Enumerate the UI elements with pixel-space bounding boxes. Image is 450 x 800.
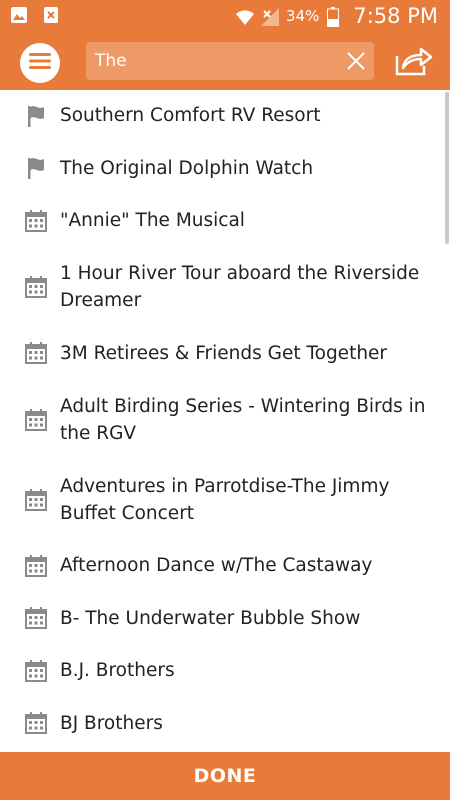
close-icon[interactable] xyxy=(346,51,366,71)
close-notification-icon xyxy=(42,6,60,24)
list-item-label: BJ Brothers xyxy=(60,712,163,734)
list-item-label: B.J. Brothers xyxy=(60,660,175,682)
list-item[interactable]: 3M Retirees & Friends Get Together xyxy=(0,328,450,381)
search-input[interactable] xyxy=(95,42,335,80)
scrollbar-thumb[interactable] xyxy=(445,92,449,244)
image-notification-icon xyxy=(10,6,28,24)
list-item[interactable]: BJ Brothers xyxy=(0,698,450,751)
list-item-label: "Annie" The Musical xyxy=(60,210,245,232)
list-item[interactable]: "Annie" The Musical xyxy=(0,195,450,248)
signal-icon xyxy=(260,7,280,26)
list-item-label: Adult Birding Series - Wintering Birds i… xyxy=(60,395,426,444)
list-item-label: 1 Hour River Tour aboard the Riverside D… xyxy=(60,263,420,311)
calendar-icon xyxy=(24,712,48,735)
list-item[interactable]: Afternoon Dance w/The Castaway xyxy=(0,540,450,593)
search-box xyxy=(86,42,374,80)
list-item-label: Adventures in Parrotdise-The Jimmy Buffe… xyxy=(60,475,390,524)
list-item[interactable]: Adult Birding Series - Wintering Birds i… xyxy=(0,380,450,460)
list-item[interactable]: The Original Dolphin Watch xyxy=(0,143,450,196)
calendar-icon xyxy=(24,209,48,232)
list-item-label: The Original Dolphin Watch xyxy=(60,157,314,179)
list-item[interactable]: B- The Underwater Bubble Show xyxy=(0,593,450,646)
list-item-label: Afternoon Dance w/The Castaway xyxy=(60,555,373,577)
list-item[interactable]: 1 Hour River Tour aboard the Riverside D… xyxy=(0,248,450,328)
done-button[interactable]: DONE xyxy=(0,752,450,800)
calendar-icon xyxy=(24,607,48,630)
flag-icon xyxy=(24,104,48,128)
calendar-icon xyxy=(24,276,48,298)
wifi-icon xyxy=(234,7,255,25)
list-item[interactable]: Southern Comfort RV Resort xyxy=(0,90,450,143)
menu-icon xyxy=(29,52,51,74)
calendar-icon xyxy=(24,408,48,431)
calendar-icon xyxy=(24,342,48,365)
list-item-label: Southern Comfort RV Resort xyxy=(60,105,321,127)
done-label: DONE xyxy=(193,765,257,787)
battery-percent: 34% xyxy=(286,7,320,25)
calendar-icon xyxy=(24,659,48,682)
status-bar: 34% 7:58 PM xyxy=(0,0,450,32)
list-item-label: 3M Retirees & Friends Get Together xyxy=(60,342,388,364)
share-icon xyxy=(394,47,434,80)
flag-icon xyxy=(24,156,48,180)
toolbar xyxy=(0,32,450,90)
clock: 7:58 PM xyxy=(353,4,438,28)
share-button[interactable] xyxy=(394,46,434,76)
list-item-label: B- The Underwater Bubble Show xyxy=(60,607,361,629)
results-list: Southern Comfort RV Resort The Original … xyxy=(0,90,450,752)
menu-button[interactable] xyxy=(20,43,60,83)
list-item[interactable]: Adventures in Parrotdise-The Jimmy Buffe… xyxy=(0,460,450,540)
battery-icon xyxy=(327,7,345,27)
calendar-icon xyxy=(24,554,48,577)
list-item[interactable]: B.J. Brothers xyxy=(0,645,450,698)
calendar-icon xyxy=(24,488,48,511)
